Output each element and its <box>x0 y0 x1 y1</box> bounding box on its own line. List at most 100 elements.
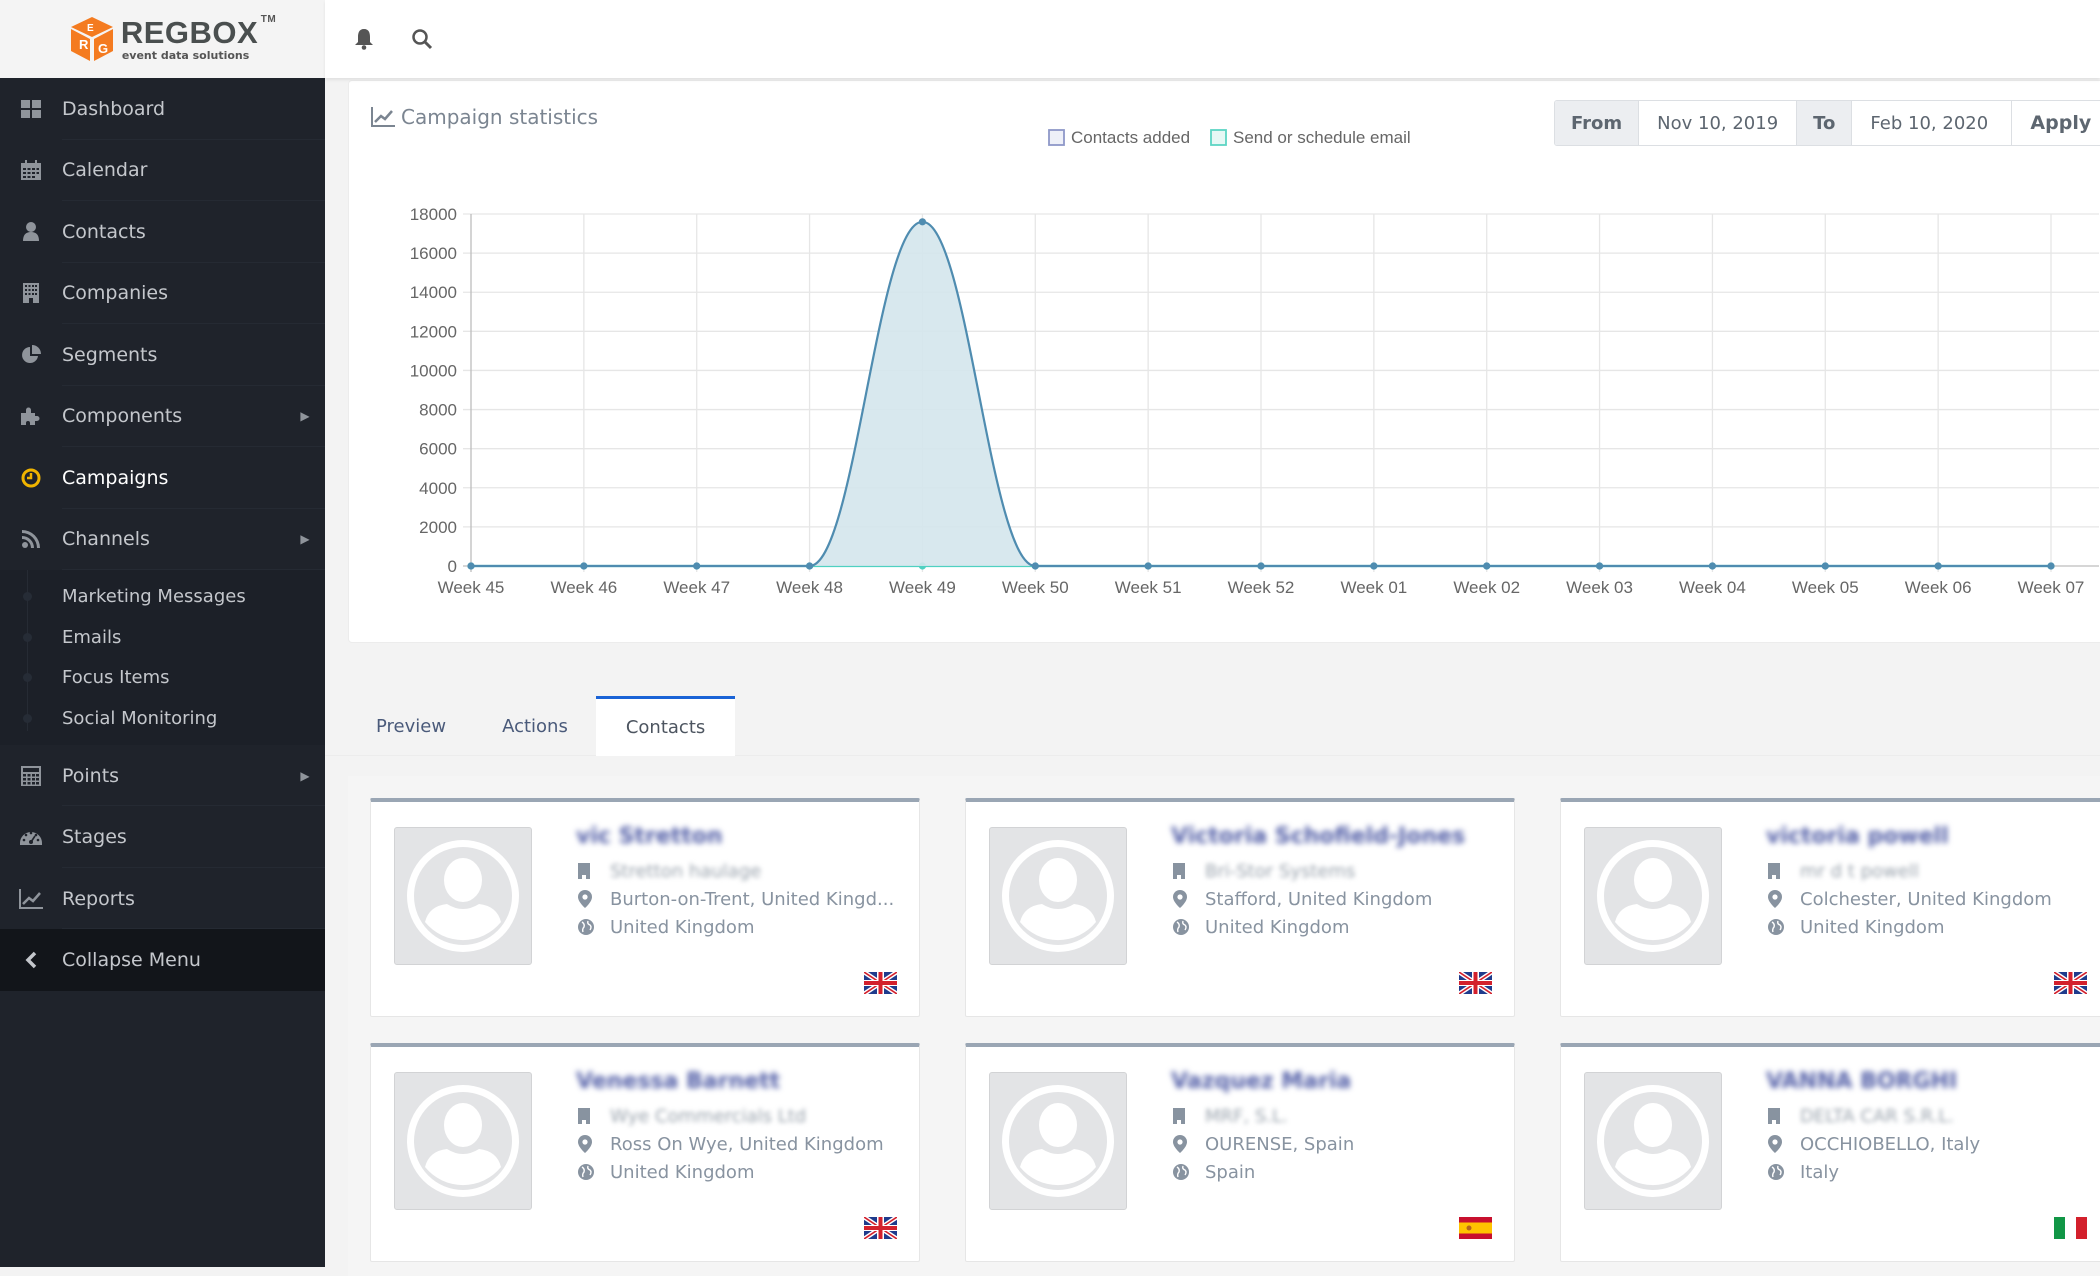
location-row: Stafford, United Kingdom <box>1171 885 1494 913</box>
contact-card[interactable]: vic Stretton Stretton haulage Burton-on-… <box>370 798 920 1017</box>
x-tick-label: Week 46 <box>550 578 617 597</box>
submenu-item-label: Marketing Messages <box>62 585 246 607</box>
apply-button[interactable]: Apply <box>2012 101 2100 145</box>
line-chart-icon <box>371 107 395 127</box>
clock-icon <box>0 468 62 488</box>
regbox-logo-icon: R G E <box>70 17 113 61</box>
x-tick-label: Week 50 <box>1002 578 1069 597</box>
from-date-input[interactable] <box>1639 101 1798 145</box>
tachometer-icon <box>0 829 62 845</box>
submenu-item-emails[interactable]: Emails <box>0 617 325 658</box>
chevron-left-icon <box>0 951 62 969</box>
tab-contacts[interactable]: Contacts <box>595 696 736 756</box>
sidebar-item-segments[interactable]: Segments <box>0 324 325 386</box>
contact-name[interactable]: victoria powell <box>1766 824 2089 849</box>
location-row: OURENSE, Spain <box>1171 1130 1494 1158</box>
contact-name[interactable]: VANNA BORGHI <box>1766 1069 2089 1094</box>
sidebar-item-dashboard[interactable]: Dashboard <box>0 78 325 140</box>
building-icon <box>1766 1108 1800 1124</box>
y-tick-label: 16000 <box>410 244 457 263</box>
contact-name[interactable]: Venessa Barnett <box>576 1069 899 1094</box>
y-tick-label: 18000 <box>410 205 457 224</box>
y-tick-label: 14000 <box>410 283 457 302</box>
sidebar-item-channels[interactable]: Channels ▶ <box>0 509 325 571</box>
contact-card[interactable]: Vazquez Maria MRF, S.L. OURENSE, Spain S… <box>965 1043 1515 1262</box>
contact-card[interactable]: Venessa Barnett Wye Commercials Ltd Ross… <box>370 1043 920 1262</box>
collapse-menu-button[interactable]: Collapse Menu <box>0 929 325 991</box>
bullet-icon <box>23 713 32 723</box>
contact-name[interactable]: Vazquez Maria <box>1171 1069 1494 1094</box>
sidebar-item-calendar[interactable]: Calendar <box>0 140 325 202</box>
y-tick-label: 10000 <box>410 361 457 380</box>
y-tick-label: 12000 <box>410 322 457 341</box>
contact-card[interactable]: VANNA BORGHI DELTA CAR S.R.L. OCCHIOBELL… <box>1560 1043 2100 1262</box>
globe-icon <box>1171 919 1205 935</box>
sidebar-item-label: Calendar <box>62 159 148 182</box>
submenu-item-marketing-messages[interactable]: Marketing Messages <box>0 576 325 617</box>
contact-card[interactable]: Victoria Schofield-Jones Bri-Stor System… <box>965 798 1515 1017</box>
building-icon <box>1171 863 1205 879</box>
sidebar-item-reports[interactable]: Reports <box>0 868 325 930</box>
map-marker-icon <box>576 890 610 908</box>
sidebar-item-campaigns[interactable]: Campaigns <box>0 447 325 509</box>
submenu-item-focus-items[interactable]: Focus Items <box>0 657 325 698</box>
data-point <box>1708 562 1717 570</box>
tab-actions[interactable]: Actions <box>474 696 596 756</box>
panel-title-text: Campaign statistics <box>401 105 599 129</box>
flag-es-icon <box>1459 1217 1492 1239</box>
data-point <box>1821 562 1829 570</box>
to-date-input[interactable] <box>1852 101 2013 145</box>
contact-card[interactable]: victoria powell mr d t powell Colchester… <box>1560 798 2100 1017</box>
x-tick-label: Week 51 <box>1115 578 1182 597</box>
x-tick-label: Week 03 <box>1566 578 1633 597</box>
data-point <box>1934 562 1942 570</box>
bullet-icon <box>23 591 32 601</box>
line-chart-icon <box>0 888 62 909</box>
search-icon <box>412 29 433 50</box>
x-tick-label: Week 49 <box>889 578 956 597</box>
country-row: United Kingdom <box>576 1158 899 1186</box>
collapse-menu-label: Collapse Menu <box>62 949 201 971</box>
to-label: To <box>1797 101 1853 145</box>
contact-country: United Kingdom <box>1800 916 1945 938</box>
x-tick-label: Week 02 <box>1453 578 1520 597</box>
sidebar-item-label: Segments <box>62 343 158 366</box>
sidebar-item-companies[interactable]: Companies <box>0 263 325 325</box>
sidebar-item-points[interactable]: Points ▶ <box>0 745 325 807</box>
contact-name[interactable]: Victoria Schofield-Jones <box>1171 824 1494 849</box>
sidebar-item-contacts[interactable]: Contacts <box>0 201 325 263</box>
tab-preview[interactable]: Preview <box>348 696 474 756</box>
contact-name[interactable]: vic Stretton <box>576 824 899 849</box>
search-button[interactable] <box>393 0 451 78</box>
avatar <box>394 1072 532 1210</box>
campaign-statistics-chart: 0 2000 4000 6000 8000 10000 12000 14000 16000 180… <box>410 128 2099 597</box>
contact-location: Ross On Wye, United Kingdom <box>610 1133 884 1155</box>
trademark: TM <box>260 14 277 25</box>
default-avatar-icon <box>1597 840 1709 952</box>
contact-location: Colchester, United Kingdom <box>1800 888 2052 910</box>
legend-label: Send or schedule email <box>1233 128 1411 147</box>
sidebar-item-stages[interactable]: Stages <box>0 806 325 868</box>
bullet-icon <box>23 673 32 683</box>
sidebar-item-components[interactable]: Components ▶ <box>0 386 325 448</box>
sidebar-item-label: Contacts <box>62 220 146 243</box>
notifications-button[interactable] <box>335 0 393 78</box>
data-point <box>2047 562 2055 570</box>
default-avatar-icon <box>1002 1085 1114 1197</box>
data-point <box>580 562 588 570</box>
contact-company: Wye Commercials Ltd <box>610 1105 807 1127</box>
contact-company: mr d t powell <box>1800 860 1919 882</box>
dashboard-icon <box>0 99 62 118</box>
y-tick-label: 8000 <box>419 401 457 420</box>
sidebar-nav: Dashboard Calendar Contacts Companies Se… <box>0 78 325 991</box>
contact-company: Stretton haulage <box>610 860 762 882</box>
y-tick-label: 6000 <box>419 440 457 459</box>
building-icon <box>576 863 610 879</box>
pie-chart-icon <box>0 344 62 365</box>
data-point <box>1595 562 1604 570</box>
brand-logo[interactable]: R G E REGBOX TM event data solutions <box>0 0 325 78</box>
contact-location: OURENSE, Spain <box>1205 1133 1355 1155</box>
channels-submenu: Marketing Messages Emails Focus Items So… <box>0 570 325 745</box>
from-label: From <box>1555 101 1640 145</box>
submenu-item-social-monitoring[interactable]: Social Monitoring <box>0 698 325 739</box>
